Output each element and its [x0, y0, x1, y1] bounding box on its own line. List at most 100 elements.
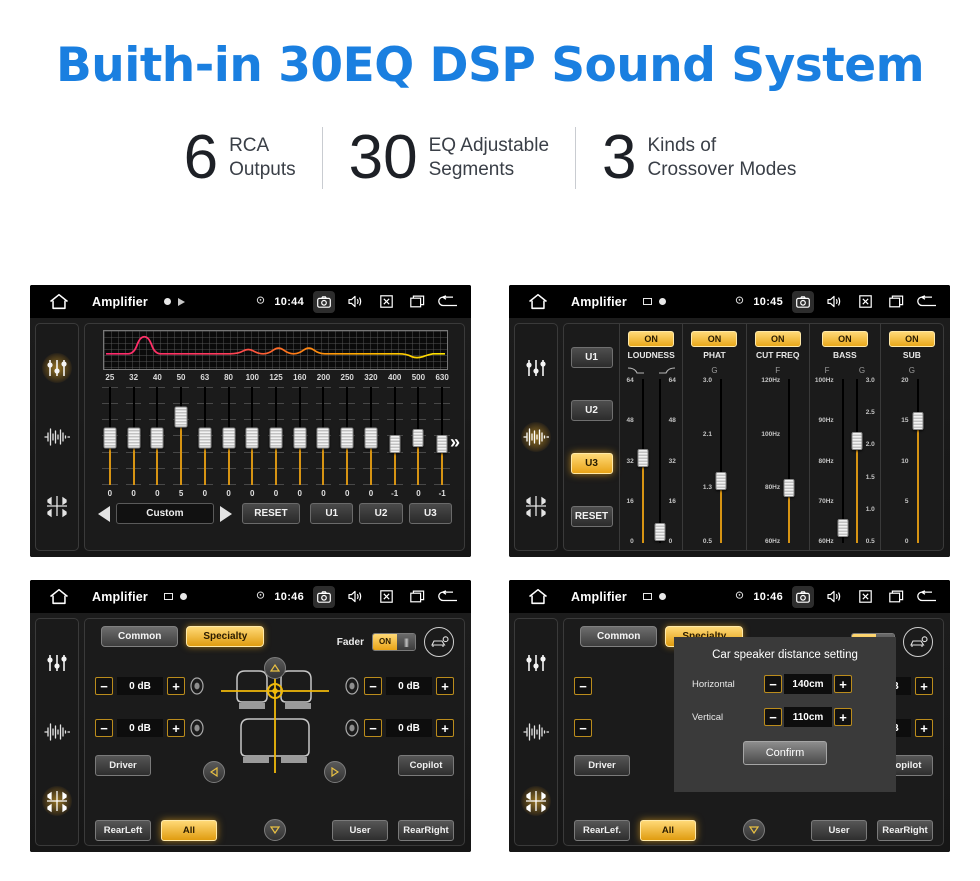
preset-u2-button[interactable]: U2 [359, 503, 403, 524]
balance-icon[interactable] [521, 785, 551, 816]
preset-u3-button[interactable]: U3 [408, 503, 453, 524]
nav-down-button[interactable] [742, 819, 765, 841]
balance-icon[interactable] [42, 785, 72, 816]
phat-toggle[interactable]: ON [691, 331, 738, 347]
fader-toggle[interactable]: ON ||| [371, 633, 416, 651]
sub-toggle[interactable]: ON [888, 331, 935, 347]
home-icon[interactable] [48, 588, 70, 605]
tab-common[interactable]: Common [101, 626, 179, 647]
eq-slider[interactable] [407, 384, 431, 488]
close-box-icon[interactable] [375, 586, 397, 608]
eq-slider[interactable] [122, 384, 146, 488]
sub-slider[interactable]: 20 15 10 5 0 [899, 377, 924, 545]
reset-button[interactable]: RESET [570, 506, 613, 527]
seat-rearright-button[interactable]: RearRight [398, 820, 454, 841]
preset-name[interactable]: Custom [116, 503, 214, 524]
chevron-double-right-icon[interactable]: » [450, 432, 460, 453]
bass-freq-slider[interactable]: 100Hz 90Hz 80Hz 70Hz 60Hz [813, 377, 850, 545]
increase-button[interactable]: + [915, 677, 933, 695]
camera-icon[interactable] [792, 585, 814, 608]
back-icon[interactable] [437, 291, 459, 313]
seat-driver-button[interactable]: Driver [95, 755, 151, 776]
eq-slider[interactable] [145, 384, 169, 488]
waveform-icon[interactable] [521, 421, 551, 452]
recent-apps-icon[interactable] [885, 586, 907, 608]
eq-slider[interactable] [240, 384, 264, 488]
confirm-button[interactable]: Confirm [742, 741, 828, 765]
seat-user-button[interactable]: User [811, 820, 867, 841]
preset-u1-button[interactable]: U1 [310, 503, 354, 524]
eq-slider[interactable] [383, 384, 407, 488]
nav-down-button[interactable] [263, 819, 286, 841]
decrease-button[interactable]: − [574, 719, 592, 737]
volume-icon[interactable] [823, 291, 845, 313]
eq-slider[interactable] [193, 384, 217, 488]
camera-icon[interactable] [792, 290, 814, 313]
seat-rearright-button[interactable]: RearRight [877, 820, 933, 841]
volume-icon[interactable] [823, 586, 845, 608]
seat-driver-button[interactable]: Driver [574, 755, 630, 776]
equalizer-icon[interactable] [521, 353, 551, 383]
recent-apps-icon[interactable] [406, 586, 428, 608]
back-icon[interactable] [437, 586, 459, 608]
equalizer-icon[interactable] [521, 648, 551, 678]
back-icon[interactable] [916, 586, 938, 608]
increase-button[interactable]: + [915, 719, 933, 737]
close-box-icon[interactable] [854, 291, 876, 313]
seat-copilot-button[interactable]: Copilot [398, 755, 454, 776]
back-icon[interactable] [916, 291, 938, 313]
waveform-icon[interactable] [42, 422, 72, 452]
home-icon[interactable] [48, 293, 70, 310]
preset-u3-button[interactable]: U3 [570, 453, 613, 474]
volume-icon[interactable] [344, 586, 366, 608]
cutfreq-toggle[interactable]: ON [754, 331, 801, 347]
home-icon[interactable] [527, 293, 549, 310]
nav-up-button[interactable] [263, 657, 286, 679]
bass-gain-slider[interactable]: 3.0 2.5 2.0 1.5 1.0 0.5 [850, 377, 877, 545]
seat-user-button[interactable]: User [332, 820, 388, 841]
reset-button[interactable]: RESET [241, 503, 301, 524]
decrease-button[interactable]: − [764, 708, 782, 726]
camera-icon[interactable] [313, 290, 335, 313]
eq-slider[interactable] [335, 384, 359, 488]
seat-rearleft-button[interactable]: RearLeft [95, 820, 151, 841]
nav-left-button[interactable] [203, 761, 225, 783]
decrease-button[interactable]: − [574, 677, 592, 695]
eq-slider[interactable] [312, 384, 336, 488]
waveform-icon[interactable] [521, 717, 551, 747]
eq-slider[interactable] [98, 384, 122, 488]
cutfreq-slider[interactable]: 120Hz 100Hz 80Hz 60Hz [759, 377, 796, 545]
increase-button[interactable]: + [834, 675, 852, 693]
increase-button[interactable]: + [167, 677, 185, 695]
tab-specialty[interactable]: Specialty [186, 626, 265, 647]
increase-button[interactable]: + [436, 677, 454, 695]
close-box-icon[interactable] [375, 291, 397, 313]
eq-slider[interactable] [359, 384, 383, 488]
preset-u1-button[interactable]: U1 [570, 347, 613, 368]
balance-icon[interactable] [42, 491, 72, 521]
increase-button[interactable]: + [167, 719, 185, 737]
preset-prev-button[interactable] [98, 505, 110, 522]
waveform-icon[interactable] [42, 717, 72, 747]
decrease-button[interactable]: − [95, 719, 113, 737]
eq-slider[interactable] [169, 384, 193, 488]
home-icon[interactable] [527, 588, 549, 605]
seat-rearleft-button[interactable]: RearLef. [574, 820, 630, 841]
preset-u2-button[interactable]: U2 [570, 400, 613, 421]
loudness-slider-left[interactable]: 64 48 32 16 0 [624, 377, 649, 545]
decrease-button[interactable]: − [95, 677, 113, 695]
eq-slider[interactable] [288, 384, 312, 488]
car-speaker-icon[interactable] [903, 627, 933, 657]
preset-next-button[interactable] [219, 505, 232, 522]
recent-apps-icon[interactable] [406, 291, 428, 313]
decrease-button[interactable]: − [364, 677, 382, 695]
decrease-button[interactable]: − [764, 675, 782, 693]
loudness-slider-right[interactable]: 64 48 32 16 0 [653, 377, 678, 545]
volume-icon[interactable] [344, 291, 366, 313]
close-box-icon[interactable] [854, 586, 876, 608]
phat-slider[interactable]: 3.0 2.1 1.3 0.5 [701, 377, 728, 545]
balance-icon[interactable] [521, 491, 551, 521]
camera-icon[interactable] [313, 585, 335, 608]
seat-all-button[interactable]: All [161, 820, 217, 841]
eq-slider[interactable] [217, 384, 241, 488]
